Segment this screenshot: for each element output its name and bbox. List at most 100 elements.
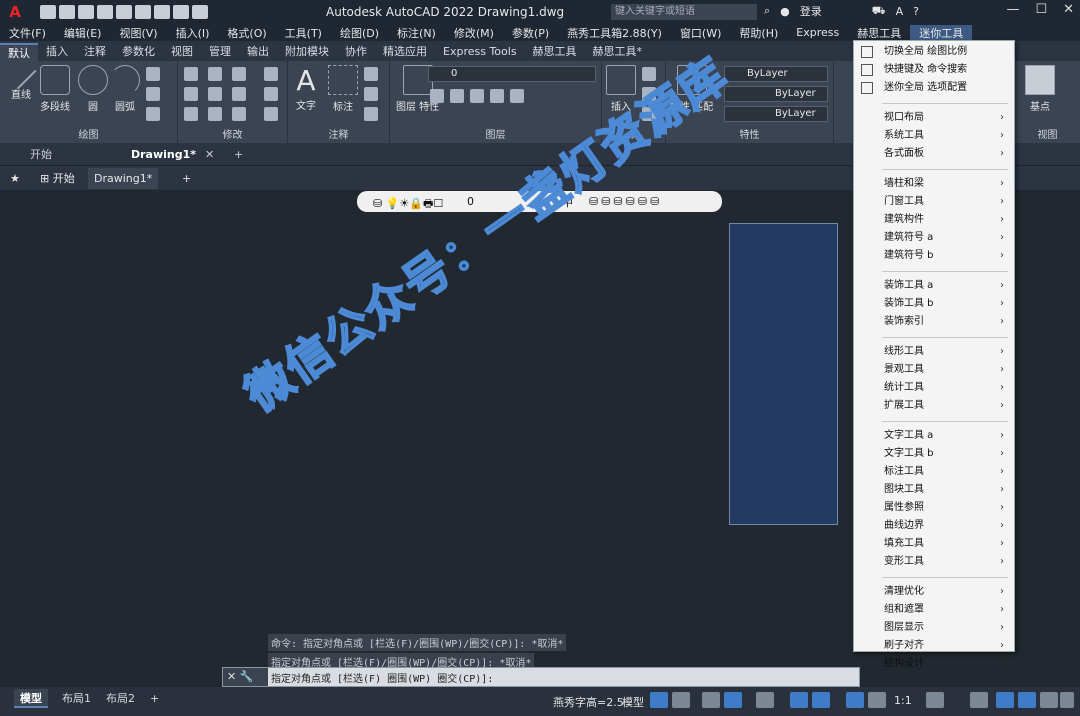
gradient-icon[interactable]	[146, 107, 160, 121]
snap-icon[interactable]	[672, 692, 690, 708]
file-tab-drawing1[interactable]: Drawing1*	[88, 168, 159, 189]
ribbon-tab[interactable]: 输出	[239, 43, 277, 61]
dropdown-item[interactable]: 标注工具 ›	[854, 463, 1014, 481]
close-tab-icon[interactable]: ✕	[205, 146, 214, 164]
upload-icon[interactable]	[116, 5, 132, 19]
mirror-icon[interactable]	[208, 87, 222, 101]
menu-item[interactable]: 格式(O)	[218, 25, 275, 41]
file-tab-start[interactable]: ⊞ 开始	[34, 168, 81, 189]
dropdown-item[interactable]: 墙柱和梁 ›	[854, 175, 1014, 193]
menu-item[interactable]: 赫思工具	[848, 25, 910, 41]
plus-icon[interactable]	[970, 692, 988, 708]
dropdown-item[interactable]: 统计工具 ›	[854, 379, 1014, 397]
redo-icon[interactable]	[192, 5, 208, 19]
annotation-group-label[interactable]: 注释	[288, 126, 389, 141]
ortho-icon[interactable]	[702, 692, 720, 708]
lineweight-icon[interactable]	[790, 692, 808, 708]
new-file-icon[interactable]	[40, 5, 56, 19]
clean-screen-icon[interactable]	[1040, 692, 1058, 708]
tab-drawing1[interactable]: Drawing1*	[131, 146, 196, 164]
explode-icon[interactable]	[264, 87, 278, 101]
ribbon-tab[interactable]: 默认	[0, 43, 38, 61]
annotation-visibility-icon[interactable]	[846, 692, 864, 708]
workspace-gear-icon[interactable]	[926, 692, 944, 708]
dropdown-item[interactable]: 线形工具 ›	[854, 343, 1014, 361]
hatch-icon[interactable]	[146, 87, 160, 101]
search-icon[interactable]: ⌕	[764, 4, 770, 18]
menu-item[interactable]: 视图(V)	[110, 25, 166, 41]
ribbon-tab[interactable]: Express Tools	[435, 43, 525, 61]
ribbon-tab[interactable]: 插入	[38, 43, 76, 61]
text-height-readout[interactable]: 燕秀字高=2.5	[553, 694, 624, 710]
command-line[interactable]: ✕ 🔧 指定对角点或 [栏选(F) 圈围(WP) 圈交(CP)]:	[222, 667, 860, 687]
dropdown-item[interactable]: 曲线边界 ›	[854, 517, 1014, 535]
dropdown-item[interactable]: 装饰工具 a ›	[854, 277, 1014, 295]
customize-icon[interactable]	[1060, 692, 1074, 708]
dropdown-item[interactable]: 各式面板 ›	[854, 145, 1014, 163]
tab-layout2[interactable]: 布局2	[100, 689, 141, 708]
properties-group-label[interactable]: 特性	[666, 126, 833, 141]
menu-item[interactable]: 文件(F)	[0, 25, 55, 41]
tab-layout1[interactable]: 布局1	[56, 689, 97, 708]
close-button[interactable]: ✕	[1063, 2, 1074, 17]
dropdown-item[interactable]: 建筑符号 a ›	[854, 229, 1014, 247]
polar-icon[interactable]	[724, 692, 742, 708]
a360-icon[interactable]: A	[896, 5, 904, 18]
share-icon[interactable]	[135, 5, 151, 19]
dropdown-item[interactable]: 切换全局 绘图比例	[854, 43, 1014, 61]
text-button[interactable]: A 文字	[296, 65, 316, 113]
auto-scale-icon[interactable]	[868, 692, 886, 708]
layer-tool-icon[interactable]	[510, 89, 524, 103]
dropdown-item[interactable]: 建筑构件 ›	[854, 211, 1014, 229]
table-icon[interactable]	[364, 107, 378, 121]
array-icon[interactable]	[232, 107, 246, 121]
help-icon[interactable]: ?	[913, 5, 919, 18]
view-group-label[interactable]: 视图	[1015, 126, 1080, 141]
layer-state-icons[interactable]: ⛁ 💡☀🔒🖶☐	[373, 195, 443, 214]
ribbon-tab[interactable]: 视图	[163, 43, 201, 61]
ribbon-tab[interactable]: 注释	[76, 43, 114, 61]
grid-icon[interactable]	[650, 692, 668, 708]
undo-icon[interactable]	[173, 5, 189, 19]
ribbon-tab[interactable]: 协作	[337, 43, 375, 61]
dropdown-item[interactable]: 填充工具 ›	[854, 535, 1014, 553]
dropdown-item[interactable]: 文字工具 a ›	[854, 427, 1014, 445]
dropdown-item[interactable]: 迷你全局 选项配置	[854, 79, 1014, 97]
dropdown-item[interactable]: 图块工具 ›	[854, 481, 1014, 499]
menu-item[interactable]: 标注(N)	[388, 25, 445, 41]
command-prompt[interactable]: 指定对角点或 [栏选(F) 圈围(WP) 圈交(CP)]:	[271, 670, 493, 685]
layer-tool-icons[interactable]: ⛁⛁⛁⛁⛁⛁	[589, 195, 662, 208]
lineweight-select[interactable]: ByLayer	[724, 106, 828, 122]
ribbon-tab[interactable]: 附加模块	[277, 43, 337, 61]
arc-button[interactable]: 圆弧	[110, 65, 140, 113]
polyline-button[interactable]: 多段线	[40, 65, 70, 113]
login-link[interactable]: 登录	[800, 3, 822, 19]
hardware-accel-icon[interactable]	[1018, 692, 1036, 708]
ribbon-tab[interactable]: 精选应用	[375, 43, 435, 61]
dropdown-item[interactable]: 建筑符号 b ›	[854, 247, 1014, 265]
tab-start[interactable]: 开始	[30, 146, 52, 164]
minimize-button[interactable]: —	[1006, 2, 1019, 17]
stretch-icon[interactable]	[184, 107, 198, 121]
menu-item[interactable]: 帮助(H)	[730, 25, 787, 41]
selected-rectangle[interactable]	[729, 223, 838, 525]
dropdown-item[interactable]: 刷子对齐 ›	[854, 637, 1014, 655]
rectangle-icon[interactable]	[146, 67, 160, 81]
dropdown-item[interactable]: 文字工具 b ›	[854, 445, 1014, 463]
new-tab-button[interactable]: +	[234, 146, 243, 164]
dimension-button[interactable]: 标注	[328, 65, 358, 113]
dropdown-item[interactable]: 组和遮罩 ›	[854, 601, 1014, 619]
copy-icon[interactable]	[184, 87, 198, 101]
menu-item[interactable]: 窗口(W)	[671, 25, 730, 41]
base-point-button[interactable]: 基点	[1025, 65, 1055, 113]
menu-item[interactable]: Express	[787, 26, 848, 39]
erase-icon[interactable]	[264, 67, 278, 81]
scale-icon[interactable]	[208, 107, 222, 121]
leader-icon[interactable]	[364, 87, 378, 101]
menu-item[interactable]: 燕秀工具箱2.88(Y)	[558, 25, 671, 41]
autocad-logo-icon[interactable]: A	[0, 0, 30, 24]
menu-item[interactable]: 插入(I)	[167, 25, 219, 41]
dropdown-item[interactable]: 装饰工具 b ›	[854, 295, 1014, 313]
modify-group-label[interactable]: 修改	[178, 126, 287, 141]
layer-tool-icon[interactable]	[490, 89, 504, 103]
